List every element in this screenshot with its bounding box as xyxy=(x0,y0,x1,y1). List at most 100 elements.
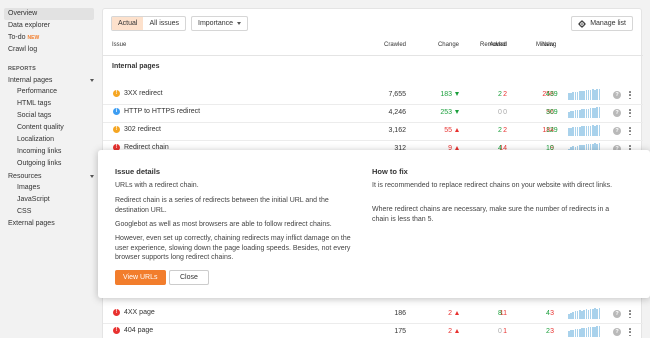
sidebar-item-performance[interactable]: Performance xyxy=(0,86,100,98)
change-number: 2 xyxy=(448,310,452,317)
change-number: 2 xyxy=(448,328,452,335)
trend-sparkline xyxy=(568,125,608,136)
manage-list-button[interactable]: Manage list xyxy=(571,16,633,31)
arrow-down-icon xyxy=(455,92,459,96)
issue-name[interactable]: ! 3XX redirect xyxy=(113,90,163,97)
arrow-up-icon xyxy=(455,329,459,333)
importance-dropdown[interactable]: Importance xyxy=(191,16,249,31)
trend-sparkline xyxy=(568,326,608,337)
removed-value[interactable]: 0 xyxy=(498,328,502,335)
col-crawled[interactable]: Crawled xyxy=(384,42,406,48)
change-number: 183 xyxy=(440,91,452,98)
sidebar-group-internal-pages[interactable]: Internal pages xyxy=(0,74,100,86)
arrow-up-icon xyxy=(455,311,459,315)
sidebar-item-label: To-do xyxy=(8,34,26,41)
missing-value[interactable]: 439 xyxy=(546,91,558,98)
tab-all-issues[interactable]: All issues xyxy=(143,17,185,30)
sidebar-item-data-explorer[interactable]: Data explorer xyxy=(0,20,100,32)
change-value: 2 xyxy=(448,328,459,335)
help-icon[interactable]: ? xyxy=(613,91,621,99)
crawled-value[interactable]: 3,162 xyxy=(388,127,406,134)
error-icon: ! xyxy=(113,327,120,334)
section-title: Internal pages xyxy=(112,63,160,70)
more-options-icon[interactable] xyxy=(628,126,632,136)
removed-value[interactable]: 8 xyxy=(498,310,502,317)
new-value[interactable]: 3 xyxy=(550,310,554,317)
added-value[interactable]: 2 xyxy=(503,91,507,98)
help-icon[interactable]: ? xyxy=(613,310,621,318)
close-button[interactable]: Close xyxy=(169,270,209,285)
added-value[interactable]: 2 xyxy=(503,127,507,134)
removed-value[interactable]: 0 xyxy=(498,109,502,116)
missing-value[interactable]: 129 xyxy=(546,127,558,134)
issue-label: 302 redirect xyxy=(124,126,161,133)
more-options-icon[interactable] xyxy=(628,327,632,337)
help-icon[interactable]: ? xyxy=(613,328,621,336)
col-change[interactable]: Change xyxy=(438,42,459,48)
warning-icon: ! xyxy=(113,90,120,97)
manage-list-label: Manage list xyxy=(590,20,626,27)
col-missing[interactable]: Missing xyxy=(536,42,556,48)
help-icon[interactable]: ? xyxy=(613,127,621,135)
table-row[interactable]: ! 404 page 175 2 1 3 0 2? xyxy=(103,323,643,338)
help-icon[interactable]: ? xyxy=(613,109,621,117)
tab-actual[interactable]: Actual xyxy=(112,17,144,30)
how-to-fix-title: How to fix xyxy=(372,167,408,176)
sidebar-item-crawl-log[interactable]: Crawl log xyxy=(0,44,100,56)
missing-value[interactable]: 2 xyxy=(546,328,550,335)
sidebar-item-incoming-links[interactable]: Incoming links xyxy=(0,146,100,158)
missing-value[interactable]: 4 xyxy=(546,310,550,317)
table-row[interactable]: i HTTP to HTTPS redirect 4,246 253 0 56 0 309? xyxy=(103,104,643,122)
issue-name[interactable]: ! 404 page xyxy=(113,327,153,334)
warning-icon: ! xyxy=(113,126,120,133)
more-options-icon[interactable] xyxy=(628,108,632,118)
crawled-value[interactable]: 7,655 xyxy=(388,91,406,98)
sidebar-item-to-do[interactable]: To-do NEW xyxy=(0,32,100,44)
change-value: 55 xyxy=(444,127,459,134)
table-row[interactable]: ! 4XX page 186 2 11 3 8 4? xyxy=(103,305,643,323)
missing-value[interactable]: 309 xyxy=(546,109,558,116)
crawled-value[interactable]: 4,246 xyxy=(388,109,406,116)
sidebar-item-external-pages[interactable]: External pages xyxy=(0,218,100,230)
issue-name[interactable]: ! 4XX page xyxy=(113,309,155,316)
issue-name[interactable]: ! 302 redirect xyxy=(113,126,161,133)
reports-header: REPORTS xyxy=(8,66,36,72)
trend-sparkline xyxy=(568,308,608,319)
col-removed[interactable]: Removed xyxy=(480,42,506,48)
sidebar-item-css[interactable]: CSS xyxy=(0,206,100,218)
more-options-icon[interactable] xyxy=(628,90,632,100)
removed-value[interactable]: 2 xyxy=(498,127,502,134)
added-value[interactable]: 1 xyxy=(503,328,507,335)
new-value[interactable]: 3 xyxy=(550,328,554,335)
how-to-fix-1: It is recommended to replace redirect ch… xyxy=(372,182,613,189)
more-options-icon[interactable] xyxy=(628,309,632,319)
sparkline-bar xyxy=(598,308,601,319)
table-row[interactable]: ! 3XX redirect 7,655 183 2 256 2 439? xyxy=(103,86,643,104)
removed-value[interactable]: 2 xyxy=(498,91,502,98)
trend-sparkline xyxy=(568,89,608,100)
sidebar-item-images[interactable]: Images xyxy=(0,182,100,194)
sidebar-item-localization[interactable]: Localization xyxy=(0,134,100,146)
issue-label: 3XX redirect xyxy=(124,90,163,97)
how-to-fix-2: Where redirect chains are necessary, mak… xyxy=(372,206,610,223)
view-urls-button[interactable]: View URLs xyxy=(115,270,166,285)
arrow-up-icon xyxy=(455,128,459,132)
crawled-value[interactable]: 175 xyxy=(394,328,406,335)
issue-description-4: However, even set up correctly, chaining… xyxy=(115,235,351,261)
col-issue[interactable]: Issue xyxy=(112,42,126,48)
sidebar-item-html-tags[interactable]: HTML tags xyxy=(0,98,100,110)
change-number: 55 xyxy=(444,127,452,134)
issue-name[interactable]: i HTTP to HTTPS redirect xyxy=(113,108,200,115)
sidebar-item-overview[interactable]: Overview xyxy=(4,8,94,20)
sidebar-group-label: Internal pages xyxy=(8,76,53,84)
sidebar-group-resources[interactable]: Resources xyxy=(0,170,100,182)
issue-description-1: URLs with a redirect chain. xyxy=(115,182,199,189)
sidebar-item-outgoing-links[interactable]: Outgoing links xyxy=(0,158,100,170)
sparkline-bar xyxy=(598,89,601,100)
sidebar-item-content-quality[interactable]: Content quality xyxy=(0,122,100,134)
sidebar-item-javascript[interactable]: JavaScript xyxy=(0,194,100,206)
sidebar-item-social-tags[interactable]: Social tags xyxy=(0,110,100,122)
table-row[interactable]: ! 302 redirect 3,162 55 2 184 2 129? xyxy=(103,122,643,140)
crawled-value[interactable]: 186 xyxy=(394,310,406,317)
added-value[interactable]: 0 xyxy=(503,109,507,116)
